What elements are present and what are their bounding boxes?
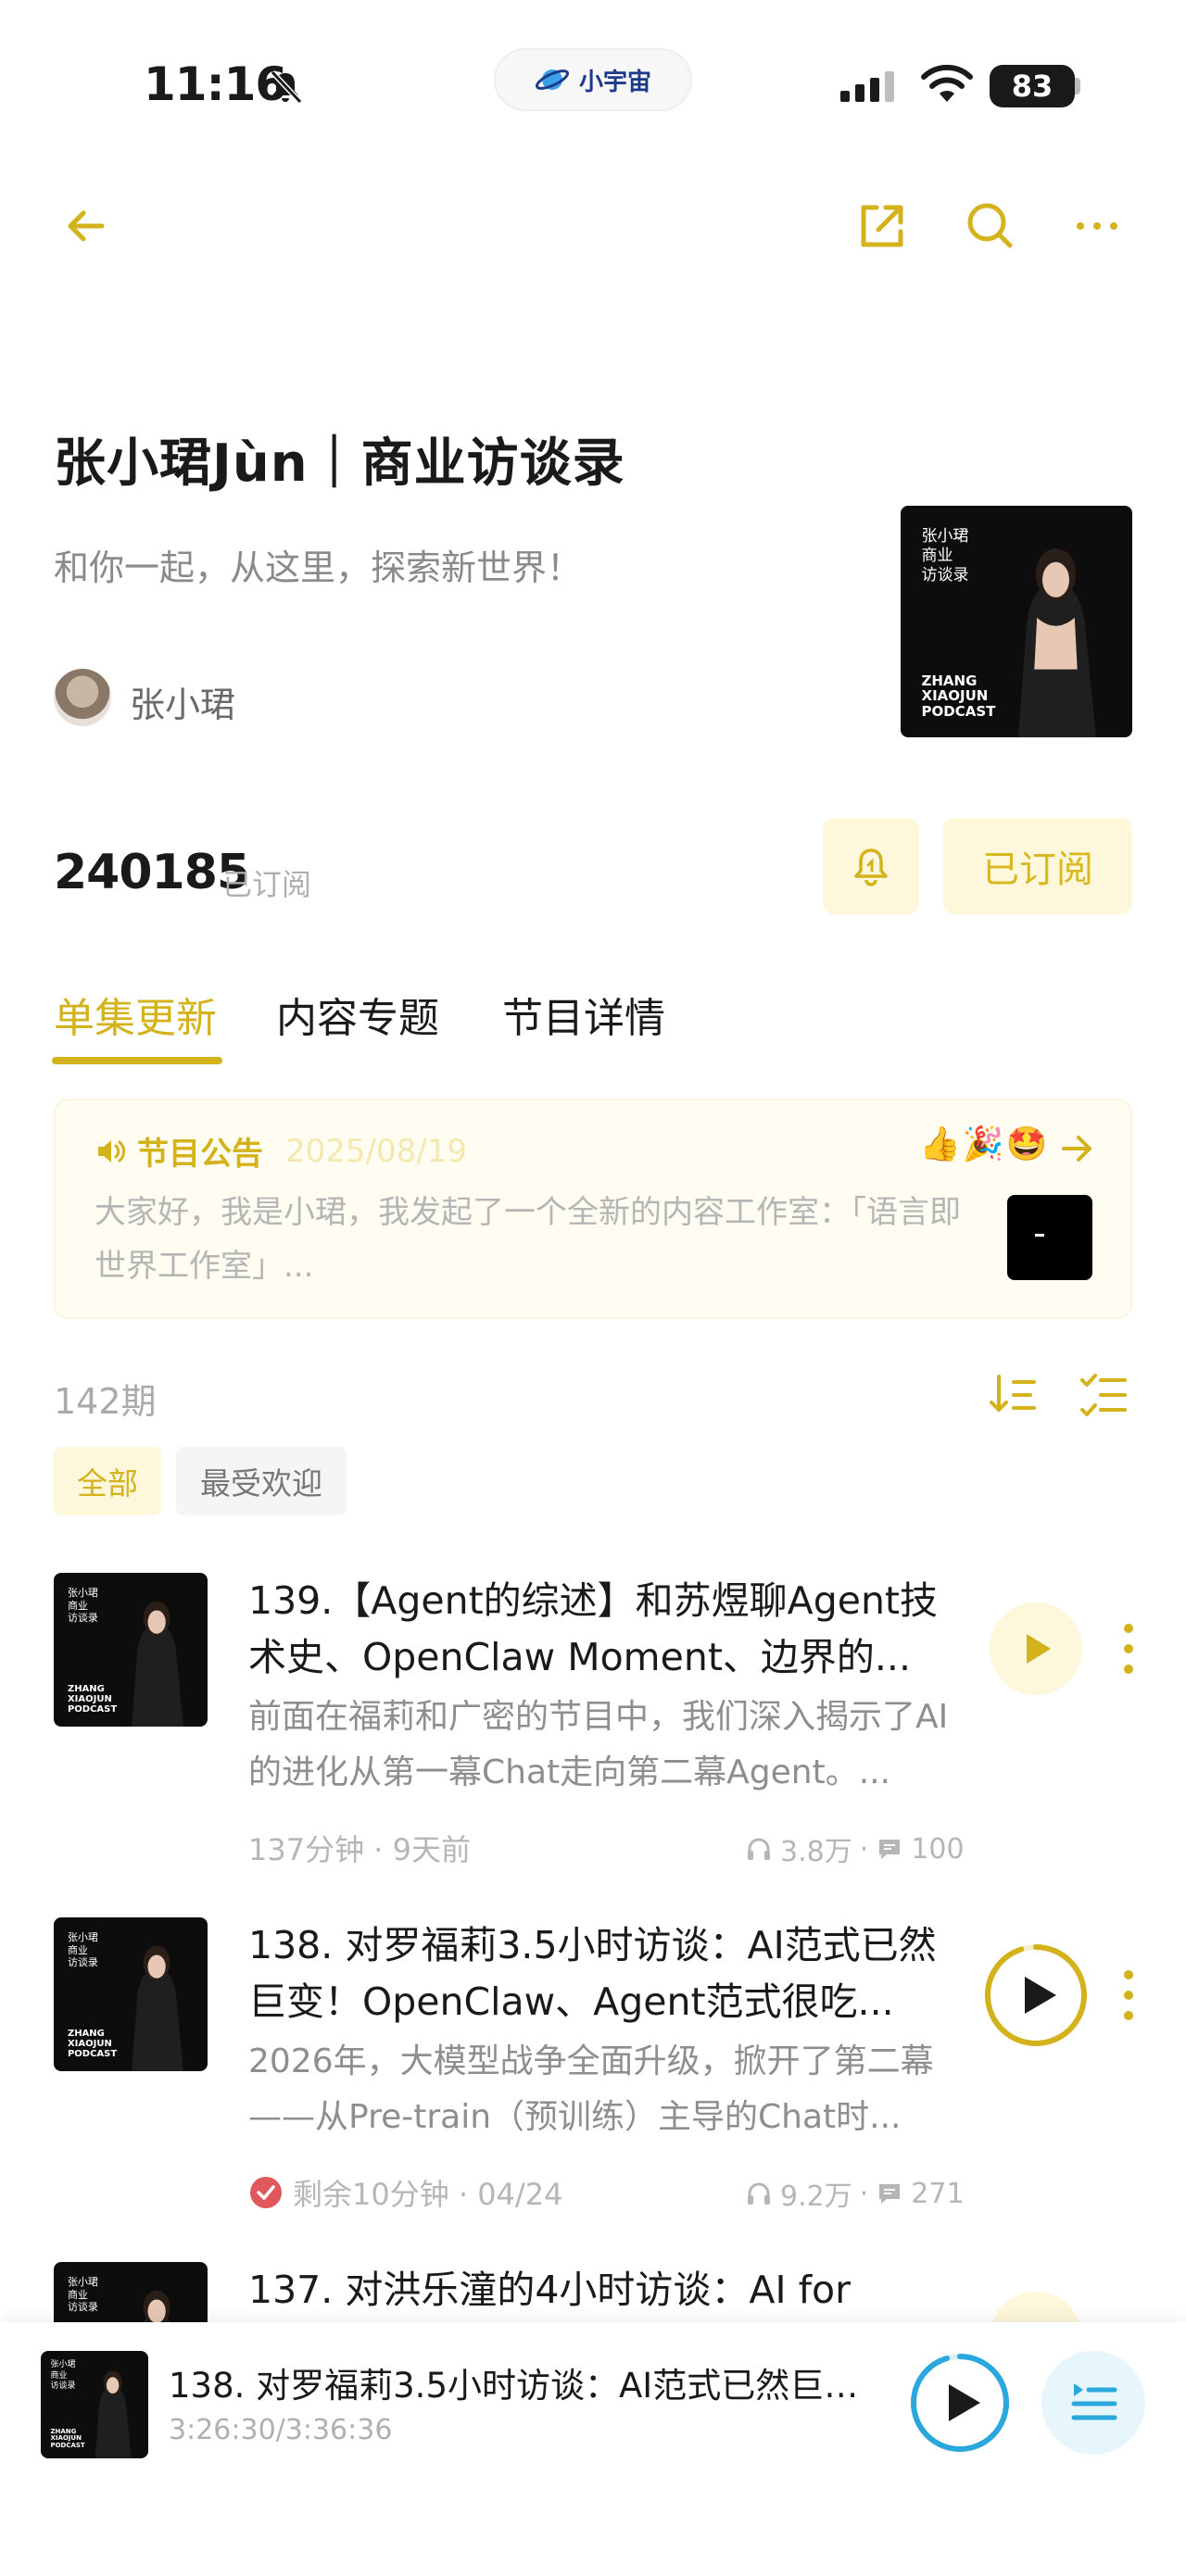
comment-count: 100 <box>911 1832 965 1866</box>
battery-cap <box>1075 78 1080 94</box>
comment-count: 271 <box>911 2177 965 2210</box>
episode-title[interactable]: 137. 对洪乐潼的4小时访谈：AI for <box>248 2262 962 2318</box>
bell-icon <box>854 848 888 886</box>
planet-icon <box>535 69 569 90</box>
reaction-emojis: 👍🎉🤩 <box>919 1125 1050 1163</box>
arrow-right-icon[interactable] <box>1056 1128 1097 1169</box>
subscriber-count: 240185 <box>54 845 250 900</box>
playlist-icon <box>1071 2383 1117 2420</box>
episode-stats: 9.2万 · 271 <box>745 2173 965 2214</box>
speaker-icon <box>98 1139 126 1162</box>
play-count: 9.2万 <box>780 2180 852 2213</box>
notify-button[interactable] <box>823 818 919 914</box>
headphones-icon <box>748 2182 770 2205</box>
play-icon <box>1027 1634 1051 1664</box>
comment-icon <box>879 2184 901 2204</box>
wifi-icon <box>921 65 973 102</box>
podcast-subtitle: 和你一起，从这里，探索新世界！ <box>54 547 583 588</box>
playlist-button[interactable] <box>1041 2351 1145 2455</box>
playing-progress-button[interactable] <box>982 1941 1090 2049</box>
played-check-icon <box>250 2177 282 2208</box>
episode-title[interactable]: 139.【Agent的综述】和苏煜聊Agent技术史、OpenClaw Mome… <box>248 1573 962 1686</box>
signal-icon <box>840 71 894 102</box>
episode-description: 前面在福莉和广密的节目中，我们深入揭示了AI的进化从第一幕Chat走向第二幕Ag… <box>248 1698 949 1791</box>
episode-cover[interactable]: 张小珺 商业 访谈录 ZHANG XIAOJUN PODCAST <box>54 1573 208 1727</box>
podcast-title: 张小珺Jùn｜商业访谈录 <box>54 434 625 494</box>
mini-player-play-button[interactable] <box>908 2351 1012 2455</box>
checklist-icon[interactable] <box>1079 1369 1129 1419</box>
episode-remaining-date: 剩余10分钟 · 04/24 <box>293 2177 563 2212</box>
announcement-label: 节目公告 <box>137 1136 263 1173</box>
mini-player-cover[interactable]: 张小珺 商业 访谈录 ZHANG XIAOJUN PODCAST <box>41 2351 148 2458</box>
active-tab-indicator <box>52 1057 222 1064</box>
episode-more-icon[interactable] <box>1117 1621 1140 1677</box>
more-icon[interactable] <box>1067 196 1127 256</box>
tab-topics[interactable]: 内容专题 <box>276 985 439 1044</box>
episode-duration-date: 137分钟 · 9天前 <box>248 1832 471 1867</box>
host-portrait <box>132 1945 184 2071</box>
filter-popular[interactable]: 最受欢迎 <box>176 1447 347 1515</box>
episode-more-icon[interactable] <box>1117 1967 1140 2023</box>
episode-title[interactable]: 138. 对罗福莉3.5小时访谈：AI范式已然巨变！OpenClaw、Agent… <box>248 1917 962 2030</box>
tab-details[interactable]: 节目详情 <box>502 985 665 1044</box>
app-name: 小宇宙 <box>578 68 651 96</box>
filter-all[interactable]: 全部 <box>54 1447 161 1515</box>
host-portrait <box>95 2370 132 2458</box>
search-icon[interactable] <box>960 196 1019 256</box>
subscriber-label: 已订阅 <box>222 867 312 902</box>
host-portrait <box>132 1601 184 1727</box>
share-icon[interactable] <box>852 196 912 256</box>
episode-meta: 剩余10分钟 · 04/24 <box>248 2171 562 2214</box>
episode-description: 2026年，大模型战争全面升级，掀开了第二幕——从Pre-train（预训练）主… <box>248 2042 934 2136</box>
cover-footer: ZHANG XIAOJUN PODCAST <box>921 672 996 720</box>
status-time: 11:16 <box>144 57 287 111</box>
episode-count: 142期 <box>54 1381 157 1422</box>
host-portrait <box>1017 548 1096 737</box>
mini-player-time: 3:26:30/3:36:36 <box>169 2414 393 2446</box>
tab-episodes[interactable]: 单集更新 <box>54 985 217 1044</box>
back-arrow-icon[interactable] <box>57 196 117 256</box>
play-button[interactable] <box>990 1602 1082 1695</box>
episode-stats: 3.8万 · 100 <box>745 1828 965 1869</box>
headphones-icon <box>748 1838 770 1860</box>
announcement-date: 2025/08/19 <box>285 1132 467 1170</box>
play-count: 3.8万 <box>780 1836 852 1868</box>
announcement-text: 大家好，我是小珺，我发起了一个全新的内容工作室：「语言即世界工作室」... <box>95 1194 961 1285</box>
battery-indicator: 83 <box>990 65 1075 107</box>
subscribe-button[interactable]: 已订阅 <box>943 818 1132 914</box>
episode-cover[interactable]: 张小珺 商业 访谈录 ZHANG XIAOJUN PODCAST <box>54 1917 208 2071</box>
announcement-thumbnail <box>1007 1195 1092 1280</box>
bell-muted-icon <box>270 69 303 105</box>
mini-player-title[interactable]: 138. 对罗福莉3.5小时访谈：AI范式已然巨变... <box>169 2357 873 2407</box>
sort-order-icon[interactable] <box>988 1369 1038 1419</box>
podcast-cover: 张小珺 商业 访谈录 ZHANG XIAOJUN PODCAST <box>901 506 1132 737</box>
announcement-header: 节目公告 2025/08/19 <box>95 1128 467 1174</box>
author-avatar[interactable] <box>54 669 111 726</box>
app-indicator-pill[interactable]: 小宇宙 <box>494 48 692 111</box>
comment-icon <box>879 1840 901 1859</box>
episode-meta: 137分钟 · 9天前 <box>248 1827 471 1869</box>
author-name[interactable]: 张小珺 <box>130 676 235 727</box>
cover-title: 张小珺 商业 访谈录 <box>921 526 969 585</box>
